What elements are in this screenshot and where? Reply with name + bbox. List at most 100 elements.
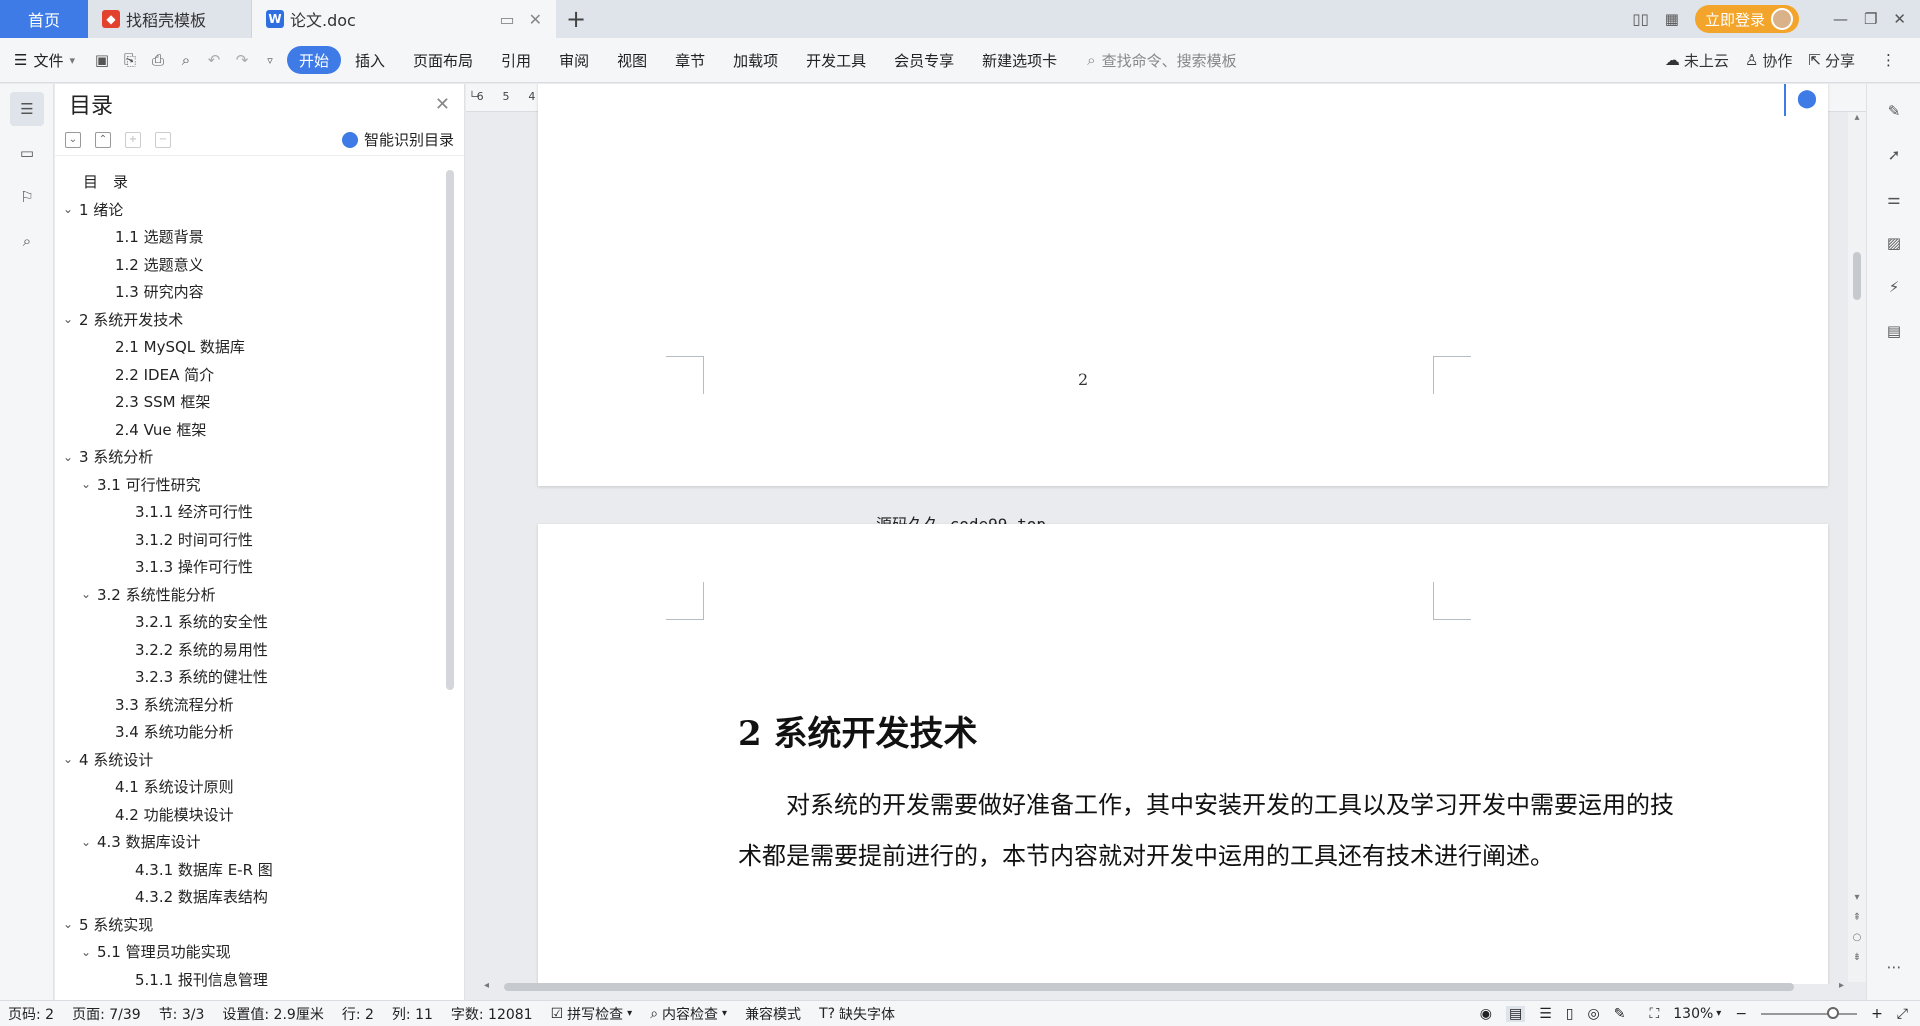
next-page-icon[interactable]: ⇟ xyxy=(1851,952,1863,963)
bookmark-panel-button[interactable]: ⚐ xyxy=(10,180,44,214)
location-pin-button[interactable]: ⬤ xyxy=(1784,84,1828,116)
page-view-icon[interactable]: ▤ xyxy=(1505,1005,1526,1022)
ribbon-menu-item[interactable]: 开始 xyxy=(287,46,342,74)
layout-icon[interactable]: ▯▯ xyxy=(1632,10,1649,28)
outline-view-icon[interactable]: ☰ xyxy=(1539,1006,1552,1022)
chevron-down-icon[interactable]: ⌄ xyxy=(79,945,93,959)
chevron-down-icon[interactable]: ⌄ xyxy=(79,587,93,601)
chevron-down-icon[interactable]: ⌄ xyxy=(61,312,75,326)
close-icon[interactable]: ✕ xyxy=(435,94,450,115)
toc-item[interactable]: ⌄ 2 系统开发技术 xyxy=(55,306,447,334)
spell-check-button[interactable]: ☑ 拼写检查 ▾ xyxy=(551,1004,633,1024)
more-options-icon[interactable]: ⋮ xyxy=(1881,51,1896,69)
toc-item[interactable]: 3.2.2 系统的易用性 xyxy=(55,636,447,664)
smart-toc-button[interactable]: 智能识别目录 xyxy=(341,129,454,150)
tab-home[interactable]: 首页 xyxy=(0,0,88,38)
ribbon-menu-item[interactable]: 新建选项卡 xyxy=(968,46,1071,74)
collaborate-button[interactable]: ♙ 协作 xyxy=(1745,50,1792,71)
grid-apps-icon[interactable]: ▦ xyxy=(1665,10,1679,28)
status-column[interactable]: 列: 11 xyxy=(392,1004,433,1024)
remove-heading-icon[interactable]: − xyxy=(155,131,171,148)
redo-icon[interactable]: ↷ xyxy=(231,49,253,71)
ribbon-menu-item[interactable]: 会员专享 xyxy=(880,46,968,74)
toc-item[interactable]: 3.3 系统流程分析 xyxy=(55,691,447,719)
float-window-icon[interactable]: ▭ xyxy=(499,10,514,29)
zoom-select[interactable]: 130% ▾ xyxy=(1673,1006,1721,1022)
expand-all-icon[interactable]: ⌃ xyxy=(95,131,111,148)
cloud-status-button[interactable]: ☁ 未上云 xyxy=(1665,50,1729,71)
toc-item[interactable]: 目 录 xyxy=(55,168,447,196)
toc-item[interactable]: ⌄ 3.2 系统性能分析 xyxy=(55,581,447,609)
add-heading-icon[interactable]: + xyxy=(125,131,141,148)
toc-item[interactable]: 3.1.3 操作可行性 xyxy=(55,553,447,581)
status-section[interactable]: 节: 3/3 xyxy=(159,1004,205,1024)
reader-tool-button[interactable]: ▤ xyxy=(1877,314,1911,348)
horizontal-scrollbar[interactable]: ◂ ▸ xyxy=(484,980,1844,994)
toc-item[interactable]: 1.2 选题意义 xyxy=(55,251,447,279)
content-check-button[interactable]: ⌕ 内容检查 ▾ xyxy=(650,1004,727,1024)
status-word-count[interactable]: 字数: 12081 xyxy=(451,1004,533,1024)
toc-scrollbar[interactable] xyxy=(446,170,454,690)
fullscreen-icon[interactable]: ⤢ xyxy=(1897,1006,1908,1022)
chevron-down-icon[interactable]: ⌄ xyxy=(79,477,93,491)
chevron-down-icon[interactable]: ⌄ xyxy=(61,752,75,766)
toc-item[interactable]: 2.1 MySQL 数据库 xyxy=(55,333,447,361)
write-mode-icon[interactable]: ✎ xyxy=(1614,1006,1626,1022)
login-button[interactable]: 立即登录 xyxy=(1694,5,1799,33)
toc-item[interactable]: 1.1 选题背景 xyxy=(55,223,447,251)
toc-item[interactable]: 5.1.1 报刊信息管理 xyxy=(55,966,447,994)
zoom-slider[interactable] xyxy=(1761,1006,1858,1019)
share-button[interactable]: ⇱ 分享 xyxy=(1808,50,1855,71)
toc-item[interactable]: ⌄ 3 系统分析 xyxy=(55,443,447,471)
scroll-right-icon[interactable]: ▸ xyxy=(1839,980,1844,991)
ribbon-menu-item[interactable]: 引用 xyxy=(487,46,545,74)
zoom-slider-knob[interactable] xyxy=(1827,1006,1840,1019)
ribbon-menu-item[interactable]: 开发工具 xyxy=(792,46,880,74)
ai-tool-button[interactable]: ⚡ xyxy=(1877,270,1911,304)
customize-toolbar-icon[interactable]: ▿ xyxy=(259,49,281,71)
command-search[interactable]: ⌕ 查找命令、搜索模板 xyxy=(1087,50,1236,71)
toc-item[interactable]: 3.1.1 经济可行性 xyxy=(55,498,447,526)
toc-item[interactable]: ⌄ 5 系统实现 xyxy=(55,911,447,939)
vertical-scroll-thumb[interactable] xyxy=(1853,252,1861,300)
toc-item[interactable]: 3.2.3 系统的健壮性 xyxy=(55,663,447,691)
missing-font-button[interactable]: T? 缺失字体 xyxy=(819,1004,895,1024)
toc-item[interactable]: 4.1 系统设计原则 xyxy=(55,773,447,801)
toc-item[interactable]: ⌄ 4 系统设计 xyxy=(55,746,447,774)
status-page[interactable]: 页面: 7/39 xyxy=(72,1004,141,1024)
status-line[interactable]: 行: 2 xyxy=(342,1004,374,1024)
chevron-down-icon[interactable]: ⌄ xyxy=(79,835,93,849)
toc-item[interactable]: 3.4 系统功能分析 xyxy=(55,718,447,746)
ribbon-menu-item[interactable]: 插入 xyxy=(341,46,399,74)
select-browse-object-icon[interactable]: ○ xyxy=(1851,932,1863,943)
image-tool-button[interactable]: ▨ xyxy=(1877,226,1911,260)
collapse-all-icon[interactable]: ⌄ xyxy=(65,131,81,148)
toc-panel-button[interactable]: ☰ xyxy=(10,92,44,126)
save-icon[interactable]: ▣ xyxy=(91,49,113,71)
toc-item[interactable]: ⌄ 1 绪论 xyxy=(55,196,447,224)
status-setting[interactable]: 设置值: 2.9厘米 xyxy=(222,1004,323,1024)
tab-document[interactable]: W 论文.doc ▭ ✕ xyxy=(252,0,556,38)
file-menu-button[interactable]: ☰ 文件 ▾ xyxy=(14,50,75,71)
eye-protection-icon[interactable]: ◉ xyxy=(1480,1006,1492,1022)
chevron-down-icon[interactable]: ⌄ xyxy=(61,202,75,216)
status-page-code[interactable]: 页码: 2 xyxy=(8,1004,54,1024)
toc-item[interactable]: 2.2 IDEA 简介 xyxy=(55,361,447,389)
scroll-down-icon[interactable]: ▾ xyxy=(1851,892,1863,903)
scroll-up-icon[interactable]: ▴ xyxy=(1851,112,1863,123)
toc-item[interactable]: 4.3.1 数据库 E-R 图 xyxy=(55,856,447,884)
web-view-icon[interactable]: ◎ xyxy=(1588,1006,1600,1022)
horizontal-scroll-thumb[interactable] xyxy=(504,983,1794,991)
print-icon[interactable]: ⎙ xyxy=(147,49,169,71)
more-tools-button[interactable]: ⋯ xyxy=(1877,950,1911,984)
chevron-down-icon[interactable]: ⌄ xyxy=(61,917,75,931)
ribbon-menu-item[interactable]: 视图 xyxy=(603,46,661,74)
new-tab-button[interactable]: + xyxy=(556,0,596,38)
body-paragraph[interactable]: 对系统的开发需要做好准备工作，其中安装开发的工具以及学习开发中需要运用的技术都是… xyxy=(738,780,1678,882)
toc-item[interactable]: ⌄ 4.3 数据库设计 xyxy=(55,828,447,856)
toc-item[interactable]: 4.3.2 数据库表结构 xyxy=(55,883,447,911)
export-pdf-icon[interactable]: ⎘ xyxy=(119,49,141,71)
prev-page-icon[interactable]: ⇞ xyxy=(1851,912,1863,923)
ribbon-menu-item[interactable]: 页面布局 xyxy=(399,46,487,74)
adjust-button[interactable]: ⚌ xyxy=(1877,182,1911,216)
